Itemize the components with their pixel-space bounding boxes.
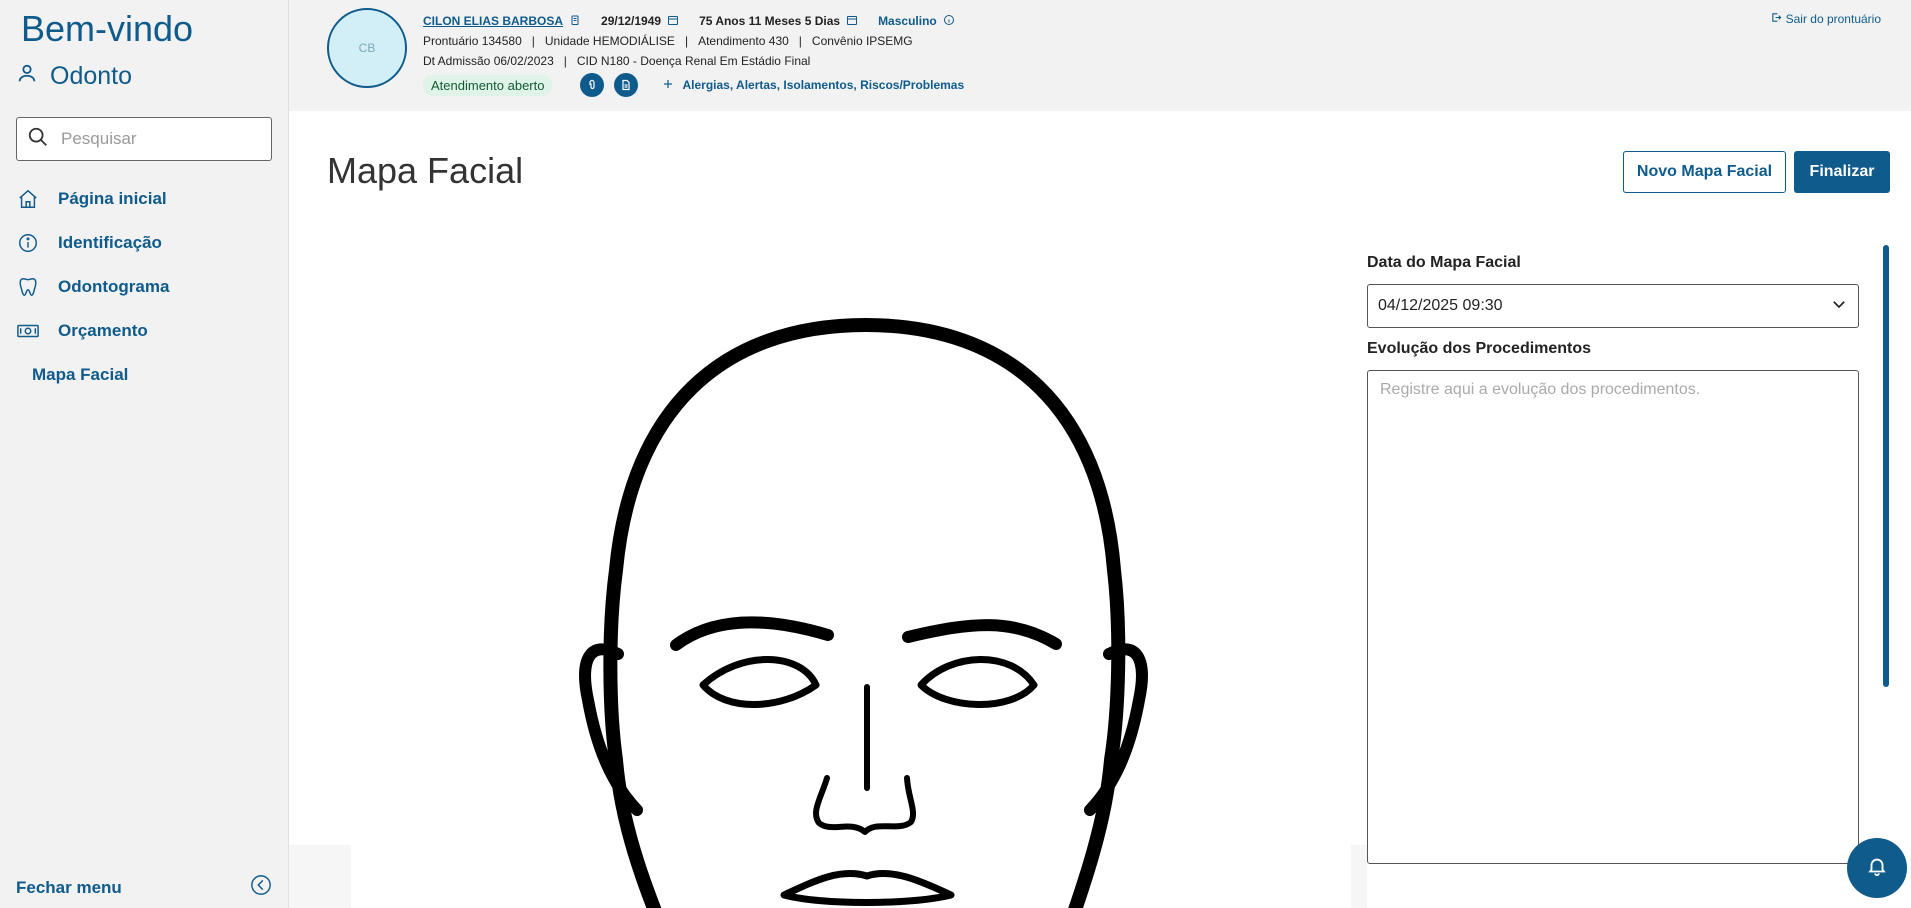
separator: | [531,34,535,48]
sidebar-item-odontogram[interactable]: Odontograma [16,265,169,309]
date-value: 04/12/2025 09:30 [1378,297,1503,314]
user-name: Odonto [50,62,133,90]
facial-map-canvas[interactable] [351,240,1351,908]
copy-icon[interactable] [569,14,581,29]
sidebar-item-label: Orçamento [58,321,148,340]
calendar-icon [667,14,679,29]
patient-row-3: Dt Admissão 06/02/2023 | CID N180 - Doen… [423,51,964,71]
unidade: Unidade HEMODIÁLISE [544,34,675,48]
alerts-link[interactable]: Alergias, Alertas, Isolamentos, Riscos/P… [662,78,964,93]
bell-icon [1866,855,1888,882]
document-button[interactable] [614,73,639,97]
alerts-label: Alergias, Alertas, Isolamentos, Riscos/P… [682,78,965,92]
attachment-button[interactable] [580,73,605,97]
sidebar-item-label: Identificação [58,233,162,252]
finish-button[interactable]: Finalizar [1794,151,1890,193]
home-icon [16,187,40,211]
patient-sex: Masculino [878,14,937,28]
patient-row-4: Atendimento aberto Alergias, Alertas, Is… [423,71,964,99]
patient-header: CB CILON ELIAS BARBOSA 29/12/1949 75 Ano… [289,0,1911,111]
prontuario: Prontuário 134580 [423,34,522,48]
user-icon [16,62,38,91]
facial-map-form: Data do Mapa Facial 04/12/2025 09:30 Evo… [1367,254,1859,869]
status-badge: Atendimento aberto [423,74,553,96]
calendar-icon [846,14,858,29]
sidebar-item-label: Página inicial [58,189,167,208]
left-eyebrow [670,616,834,651]
sidebar-item-home[interactable]: Página inicial [16,177,169,221]
page-title: Mapa Facial [327,150,524,191]
head-outline [603,318,1126,908]
convenio: Convênio IPSEMG [811,34,913,48]
chevron-left-circle-icon [250,874,272,901]
close-menu-label: Fechar menu [16,877,122,897]
scrollbar[interactable] [1883,245,1889,687]
cid: CID N180 - Doença Renal Em Estádio Final [576,54,811,68]
exit-record-link[interactable]: Sair do prontuário [1771,12,1881,26]
tooth-icon [16,275,40,299]
user-info: Odonto [16,62,132,91]
search-input[interactable] [61,129,251,149]
welcome-title: Bem-vindo [21,8,194,49]
admission-date: Dt Admissão 06/02/2023 [423,54,554,68]
patient-row-1: CILON ELIAS BARBOSA 29/12/1949 75 Anos 1… [423,11,964,31]
date-label: Data do Mapa Facial [1367,254,1521,271]
sidebar-item-facial-map[interactable]: Mapa Facial [16,353,169,397]
evolution-label: Evolução dos Procedimentos [1367,340,1592,357]
canvas-margin-right [1351,845,1367,908]
patient-row-2: Prontuário 134580 | Unidade HEMODIÁLISE … [423,31,964,51]
info-icon[interactable] [943,14,955,29]
info-icon [16,231,40,255]
atendimento: Atendimento 430 [698,34,789,48]
sidebar-nav: Página inicial Identificação Odontograma… [16,177,169,397]
separator: | [798,34,802,48]
search-box[interactable] [16,117,272,161]
close-menu-button[interactable]: Fechar menu [16,874,272,901]
sidebar-item-label: Odontograma [58,277,170,296]
lips [780,869,955,906]
left-eye [699,656,820,708]
date-select[interactable]: 04/12/2025 09:30 [1367,284,1859,328]
exit-icon [1771,12,1782,26]
chevron-down-icon [1830,295,1848,318]
right-eyebrow [902,619,1062,650]
avatar: CB [327,8,407,88]
birth-date: 29/12/1949 [601,14,662,28]
sidebar-item-identification[interactable]: Identificação [16,221,169,265]
plus-icon [662,78,674,93]
patient-name[interactable]: CILON ELIAS BARBOSA [423,14,563,28]
search-icon [27,126,49,153]
separator: | [563,54,567,68]
notifications-button[interactable] [1847,838,1907,898]
right-eye [917,656,1038,708]
patient-info: CILON ELIAS BARBOSA 29/12/1949 75 Anos 1… [423,11,964,99]
money-icon [16,319,40,343]
sidebar-item-budget[interactable]: Orçamento [16,309,169,353]
sidebar-item-label: Mapa Facial [32,365,129,384]
exit-label: Sair do prontuário [1785,12,1881,26]
patient-age: 75 Anos 11 Meses 5 Dias [699,14,841,28]
new-facial-map-button[interactable]: Novo Mapa Facial [1623,151,1786,193]
canvas-margin-left [289,845,351,908]
evolution-textarea[interactable] [1367,370,1859,864]
sidebar: Bem-vindo Odonto Página inicial Identifi… [0,0,289,908]
separator: | [684,34,689,48]
